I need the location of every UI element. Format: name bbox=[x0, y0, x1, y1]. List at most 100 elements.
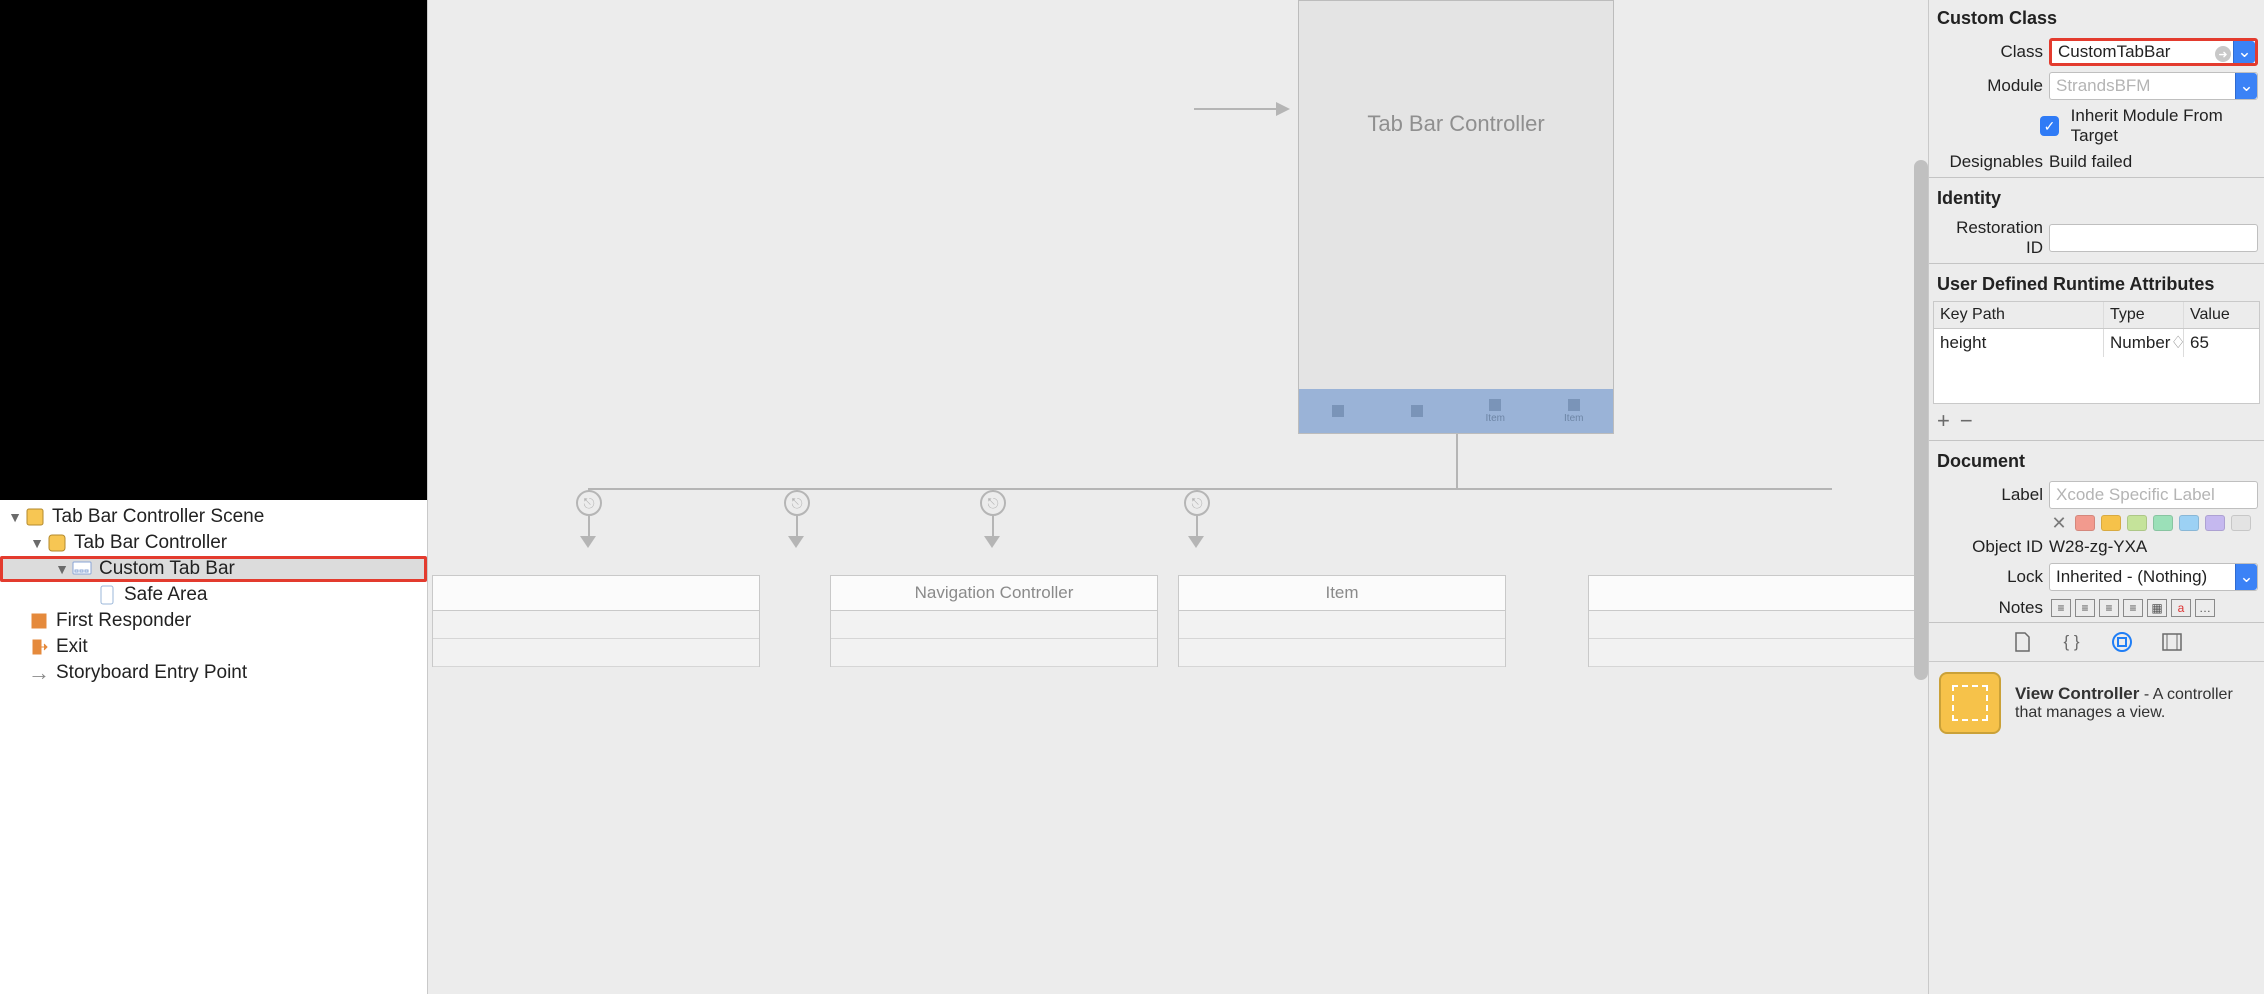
arrowhead-icon bbox=[984, 536, 1000, 548]
outline-label: Tab Bar Controller bbox=[74, 532, 227, 554]
scene-body[interactable] bbox=[1178, 611, 1506, 667]
outline-entry-point[interactable]: → Storyboard Entry Point bbox=[0, 660, 427, 686]
storyboard-canvas[interactable]: Tab Bar Controller Item Item ⎋ ⎋ ⎋ ⎋ Nav… bbox=[428, 0, 1928, 994]
outline-custom-tab-bar[interactable]: ▼ Custom Tab Bar bbox=[0, 556, 427, 582]
section-document: Document bbox=[1929, 443, 2264, 478]
dropdown-icon[interactable]: ⌄ bbox=[2235, 73, 2257, 99]
segue-node-icon[interactable]: ⎋ bbox=[784, 490, 810, 516]
more-icon[interactable]: … bbox=[2195, 599, 2215, 617]
outline-label: Storyboard Entry Point bbox=[56, 662, 247, 684]
scene-header[interactable] bbox=[1588, 575, 1916, 611]
class-field[interactable]: CustomTabBar ➜ ⌄ bbox=[2049, 38, 2258, 66]
disclosure-triangle-icon[interactable]: ▼ bbox=[28, 535, 46, 551]
col-value[interactable]: Value bbox=[2184, 302, 2259, 328]
arrowhead-icon bbox=[1188, 536, 1204, 548]
document-outline-panel: ▼ Tab Bar Controller Scene ▼ Tab Bar Con… bbox=[0, 0, 428, 994]
scene-body[interactable] bbox=[830, 611, 1158, 667]
runtime-attributes-table[interactable]: Key Path Type Value height Number♢ 65 bbox=[1933, 301, 2260, 404]
jump-to-class-icon[interactable]: ➜ bbox=[2215, 46, 2231, 62]
color-swatch[interactable] bbox=[2179, 515, 2199, 531]
inherit-checkbox[interactable]: ✓ bbox=[2040, 116, 2058, 136]
scene-body[interactable] bbox=[1588, 611, 1916, 667]
dropdown-icon[interactable]: ⌄ bbox=[2235, 564, 2257, 590]
tab-bar[interactable]: Item Item bbox=[1299, 389, 1613, 433]
outline-safe-area[interactable]: Safe Area bbox=[0, 582, 427, 608]
tab-item[interactable]: Item bbox=[1535, 389, 1614, 433]
clear-color-icon[interactable]: ✕ bbox=[2049, 515, 2069, 531]
code-snippet-tab-icon[interactable]: { } bbox=[2059, 629, 2085, 655]
disclosure-triangle-icon[interactable]: ▼ bbox=[6, 509, 24, 525]
label-class: Class bbox=[1935, 42, 2043, 62]
align-right-icon[interactable]: ≡ bbox=[2099, 599, 2119, 617]
font-icon[interactable]: a bbox=[2171, 599, 2191, 617]
dropdown-icon[interactable]: ⌄ bbox=[2233, 41, 2255, 63]
object-library-tab-icon[interactable] bbox=[2109, 629, 2135, 655]
restoration-id-field[interactable] bbox=[2049, 224, 2258, 252]
label-restoration-id: Restoration ID bbox=[1935, 218, 2043, 258]
safe-area-icon bbox=[96, 584, 118, 606]
view-controller-icon bbox=[46, 532, 68, 554]
scene-header[interactable] bbox=[432, 575, 760, 611]
scene-header[interactable]: Item bbox=[1178, 575, 1506, 611]
segue-node-icon[interactable]: ⎋ bbox=[1184, 490, 1210, 516]
inherit-label: Inherit Module From Target bbox=[2071, 106, 2258, 146]
library-item-view-controller[interactable]: View Controller - A controller that mana… bbox=[1929, 661, 2264, 744]
segue-node-icon[interactable]: ⎋ bbox=[980, 490, 1006, 516]
scene-header[interactable]: Navigation Controller bbox=[830, 575, 1158, 611]
segue-node-icon[interactable]: ⎋ bbox=[576, 490, 602, 516]
label-module: Module bbox=[1935, 76, 2043, 96]
preview-area bbox=[0, 0, 427, 500]
align-center-icon[interactable]: ≡ bbox=[2075, 599, 2095, 617]
image-icon[interactable]: ▦ bbox=[2147, 599, 2167, 617]
tab-item[interactable] bbox=[1378, 389, 1457, 433]
align-justify-icon[interactable]: ≡ bbox=[2123, 599, 2143, 617]
outline-first-responder[interactable]: First Responder bbox=[0, 608, 427, 634]
section-runtime-attributes: User Defined Runtime Attributes bbox=[1929, 266, 2264, 301]
remove-attribute-button[interactable]: − bbox=[1960, 408, 1973, 434]
first-responder-icon bbox=[28, 610, 50, 632]
color-swatch[interactable] bbox=[2075, 515, 2095, 531]
color-swatch[interactable] bbox=[2127, 515, 2147, 531]
lock-select[interactable]: Inherited - (Nothing) ⌄ bbox=[2049, 563, 2258, 591]
outline-exit[interactable]: Exit bbox=[0, 634, 427, 660]
vertical-scrollbar[interactable] bbox=[1914, 160, 1928, 680]
object-id-value: W28-zg-YXA bbox=[2049, 537, 2258, 557]
col-type[interactable]: Type bbox=[2104, 302, 2184, 328]
color-swatch[interactable] bbox=[2101, 515, 2121, 531]
label-notes: Notes bbox=[1935, 598, 2043, 618]
tab-bar-controller-scene[interactable]: Tab Bar Controller Item Item bbox=[1298, 0, 1614, 434]
scene-body[interactable] bbox=[432, 611, 760, 667]
tab-item[interactable]: Item bbox=[1456, 389, 1535, 433]
align-left-icon[interactable]: ≡ bbox=[2051, 599, 2071, 617]
outline-label: Custom Tab Bar bbox=[99, 558, 235, 580]
section-identity: Identity bbox=[1929, 180, 2264, 215]
color-swatch[interactable] bbox=[2231, 515, 2251, 531]
designables-status: Build failed bbox=[2049, 152, 2258, 172]
color-swatch[interactable] bbox=[2205, 515, 2225, 531]
segue-line bbox=[1456, 434, 1458, 488]
outline-tree: ▼ Tab Bar Controller Scene ▼ Tab Bar Con… bbox=[0, 500, 427, 994]
arrowhead-icon bbox=[788, 536, 804, 548]
tab-item[interactable] bbox=[1299, 389, 1378, 433]
col-key-path[interactable]: Key Path bbox=[1934, 302, 2104, 328]
label-object-id: Object ID bbox=[1935, 537, 2043, 557]
document-label-field[interactable]: Xcode Specific Label bbox=[2049, 481, 2258, 509]
outline-tab-bar-controller[interactable]: ▼ Tab Bar Controller bbox=[0, 530, 427, 556]
color-swatch[interactable] bbox=[2153, 515, 2173, 531]
table-row[interactable]: height Number♢ 65 bbox=[1934, 329, 2259, 357]
file-template-tab-icon[interactable] bbox=[2009, 629, 2035, 655]
notes-format-toolbar: ≡ ≡ ≡ ≡ ▦ a … bbox=[2051, 599, 2215, 617]
disclosure-triangle-icon[interactable]: ▼ bbox=[53, 561, 71, 577]
add-attribute-button[interactable]: + bbox=[1937, 408, 1950, 434]
section-custom-class: Custom Class bbox=[1929, 0, 2264, 35]
outline-scene[interactable]: ▼ Tab Bar Controller Scene bbox=[0, 504, 427, 530]
outline-label: Exit bbox=[56, 636, 88, 658]
label-color-swatches: ✕ bbox=[2049, 515, 2251, 531]
label-lock: Lock bbox=[1935, 567, 2043, 587]
segue-line bbox=[588, 488, 1832, 490]
media-library-tab-icon[interactable] bbox=[2159, 629, 2185, 655]
scene-title: Tab Bar Controller bbox=[1299, 111, 1613, 137]
outline-label: Tab Bar Controller Scene bbox=[52, 506, 264, 528]
module-field[interactable]: StrandsBFM ⌄ bbox=[2049, 72, 2258, 100]
exit-icon bbox=[28, 636, 50, 658]
